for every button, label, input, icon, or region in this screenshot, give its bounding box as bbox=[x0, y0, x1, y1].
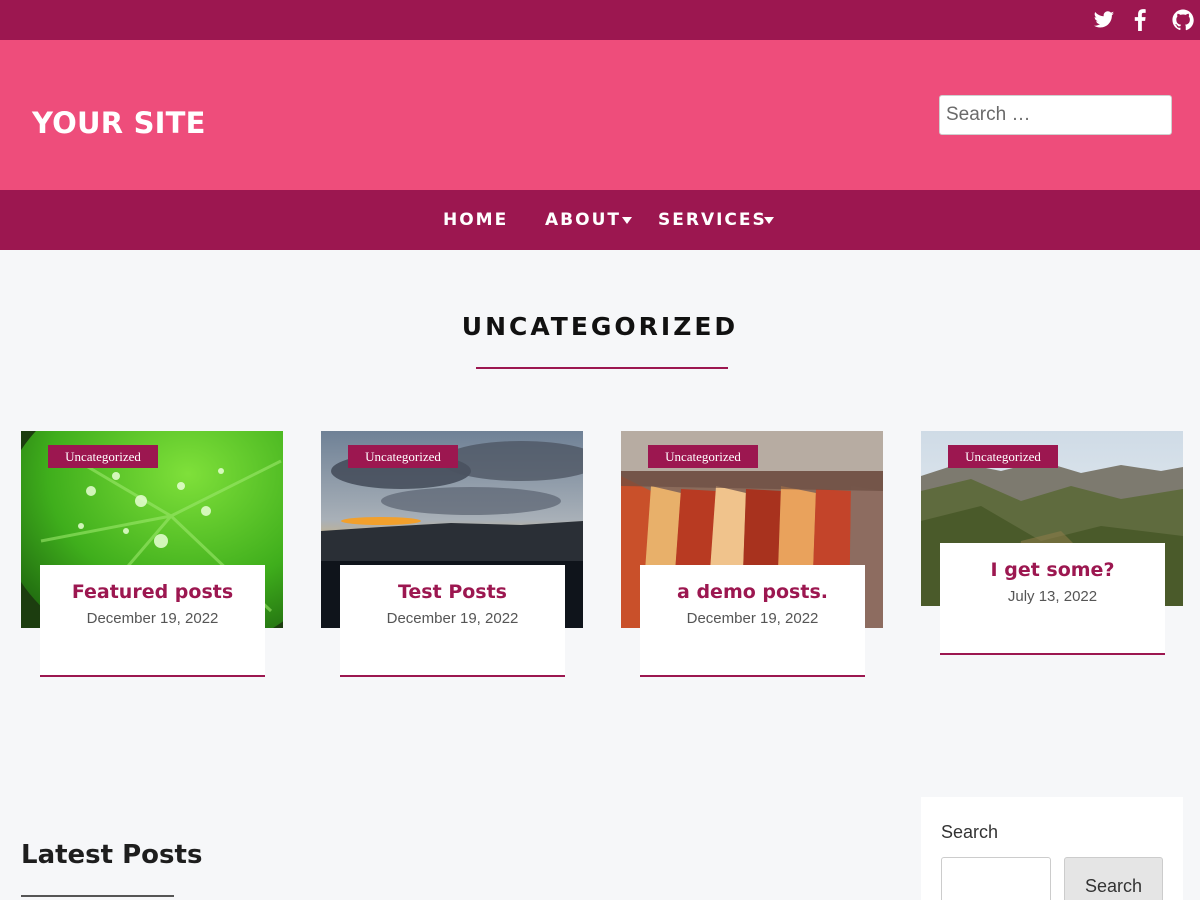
nav-item-about[interactable]: ABOUT bbox=[545, 210, 621, 230]
sidebar-search-widget: Search Search bbox=[921, 797, 1183, 900]
twitter-icon[interactable] bbox=[1093, 9, 1115, 31]
post-date: July 13, 2022 bbox=[1007, 588, 1098, 605]
search-widget-label: Search bbox=[941, 822, 999, 842]
nav-item-services[interactable]: SERVICES bbox=[658, 210, 767, 230]
latest-posts-heading: Latest Posts bbox=[21, 840, 203, 870]
post-card: Featured posts December 19, 2022 bbox=[40, 565, 265, 677]
site-header: YOUR SITE bbox=[0, 40, 1200, 190]
chevron-down-icon[interactable] bbox=[764, 217, 774, 224]
chevron-down-icon[interactable] bbox=[622, 217, 632, 224]
category-badge[interactable]: Uncategorized bbox=[348, 445, 458, 468]
site-title[interactable]: YOUR SITE bbox=[32, 106, 206, 140]
post-date: December 19, 2022 bbox=[686, 610, 819, 627]
post-title[interactable]: Featured posts bbox=[40, 581, 265, 603]
top-bar bbox=[0, 0, 1200, 40]
post-card: a demo posts. December 19, 2022 bbox=[640, 565, 865, 677]
post-title[interactable]: Test Posts bbox=[340, 581, 565, 603]
github-icon[interactable] bbox=[1172, 9, 1194, 31]
nav-item-home[interactable]: HOME bbox=[443, 210, 508, 230]
sidebar-search-button[interactable]: Search bbox=[1064, 857, 1163, 900]
main-nav: HOME ABOUT SERVICES bbox=[0, 190, 1200, 250]
section-title: UNCATEGORIZED bbox=[461, 312, 739, 341]
header-search-input[interactable] bbox=[939, 95, 1172, 135]
post-card: I get some? July 13, 2022 bbox=[940, 543, 1165, 655]
post-card: Test Posts December 19, 2022 bbox=[340, 565, 565, 677]
post-date: December 19, 2022 bbox=[386, 610, 519, 627]
latest-posts-underline bbox=[21, 895, 174, 897]
sidebar-search-input[interactable] bbox=[941, 857, 1051, 900]
category-badge[interactable]: Uncategorized bbox=[648, 445, 758, 468]
category-badge[interactable]: Uncategorized bbox=[48, 445, 158, 468]
post-date: December 19, 2022 bbox=[86, 610, 219, 627]
category-badge[interactable]: Uncategorized bbox=[948, 445, 1058, 468]
post-title[interactable]: I get some? bbox=[940, 559, 1165, 581]
facebook-icon[interactable] bbox=[1133, 9, 1147, 31]
post-title[interactable]: a demo posts. bbox=[640, 581, 865, 603]
section-title-underline bbox=[476, 367, 728, 369]
